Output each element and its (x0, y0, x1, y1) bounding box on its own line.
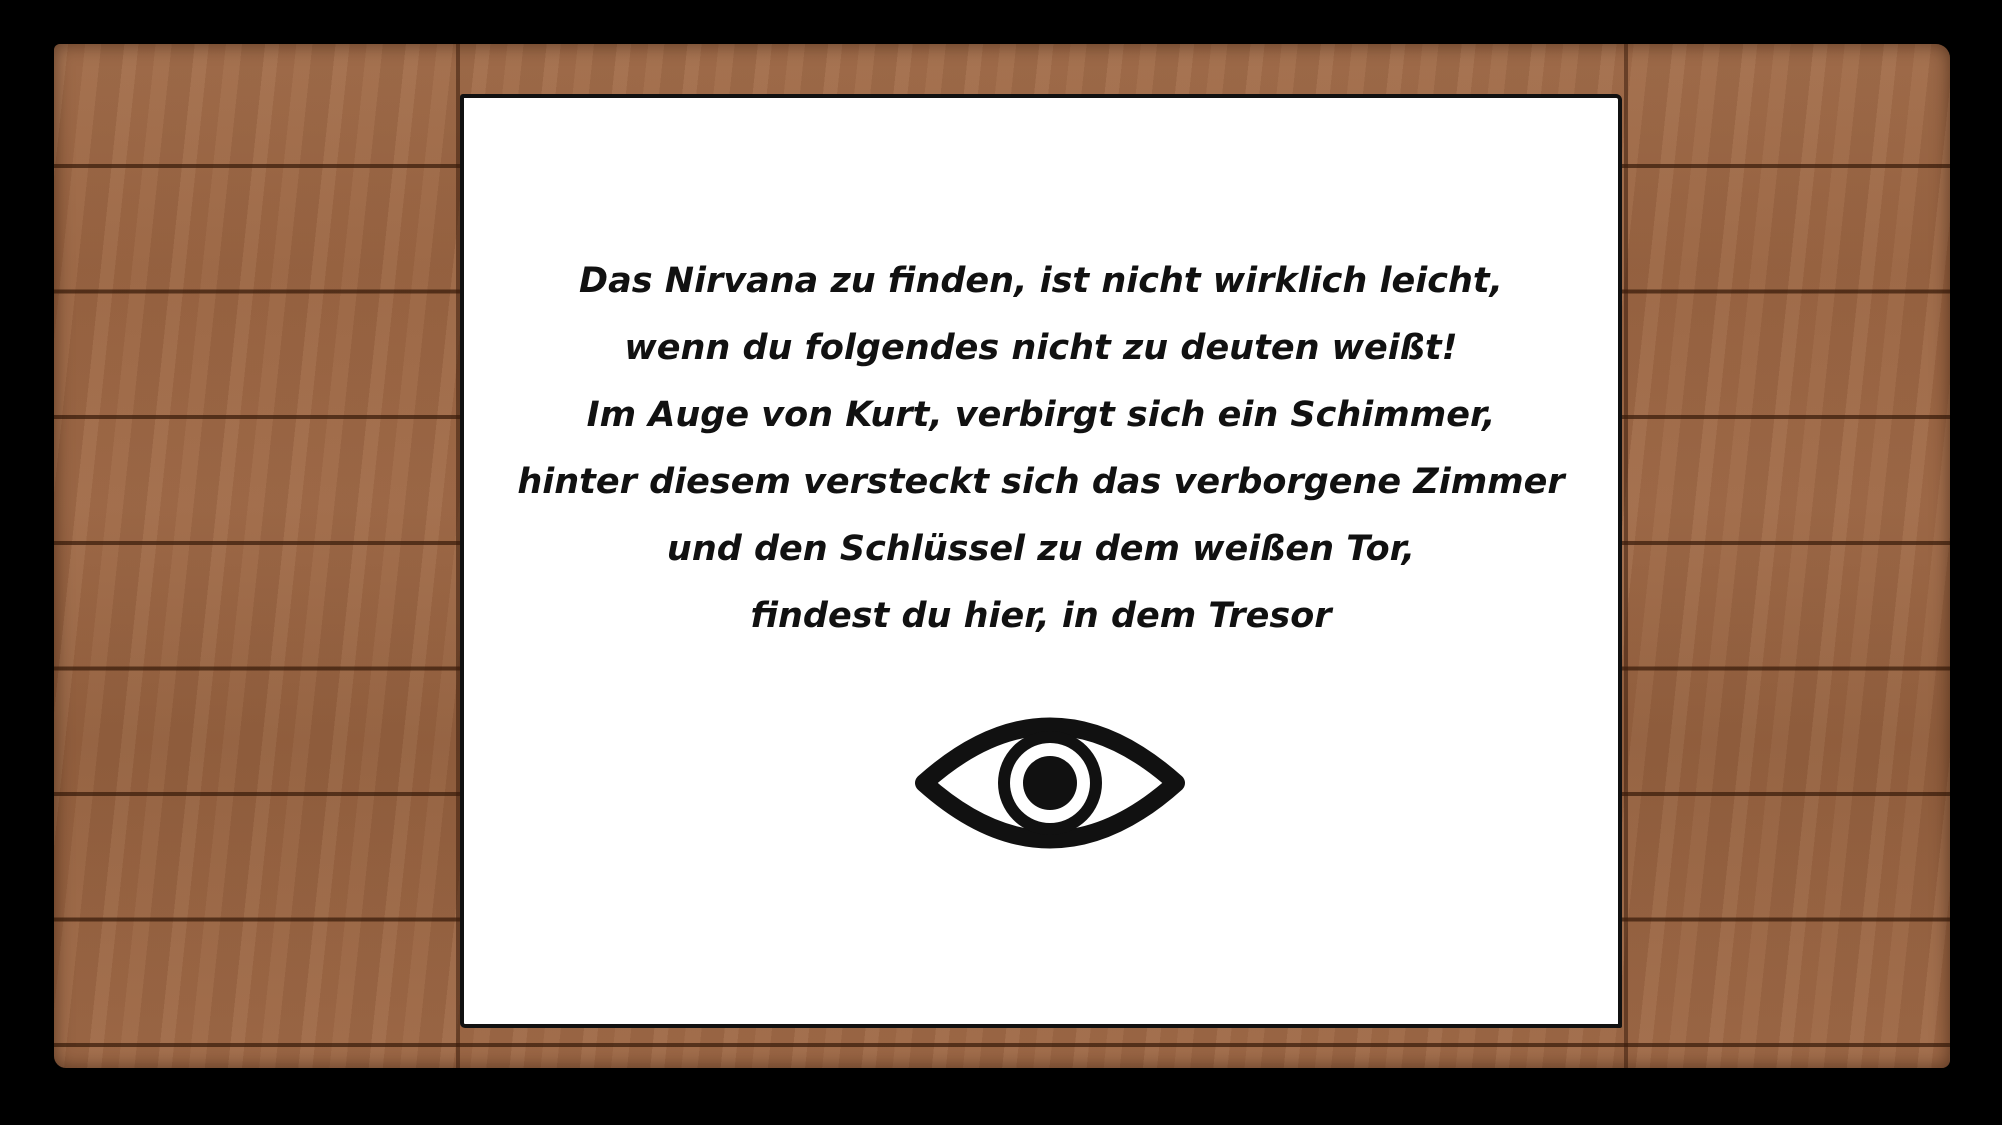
riddle-line-6: findest du hier, in dem Tresor (750, 596, 1332, 636)
riddle-line-2: wenn du folgendes nicht zu deuten weißt! (624, 328, 1458, 368)
riddle-text: Das Nirvana zu finden, ist nicht wirklic… (464, 248, 1618, 650)
game-scene: Das Nirvana zu finden, ist nicht wirklic… (0, 0, 2002, 1125)
board-seam (1624, 44, 1628, 1068)
riddle-line-3: Im Auge von Kurt, verbirgt sich ein Schi… (586, 395, 1496, 435)
eye-icon[interactable] (910, 698, 1190, 868)
riddle-line-5: und den Schlüssel zu dem weißen Tor, (666, 529, 1416, 569)
riddle-note[interactable]: Das Nirvana zu finden, ist nicht wirklic… (460, 94, 1622, 1028)
riddle-line-4: hinter diesem versteckt sich das verborg… (517, 462, 1565, 502)
riddle-line-1: Das Nirvana zu finden, ist nicht wirklic… (579, 261, 1503, 301)
